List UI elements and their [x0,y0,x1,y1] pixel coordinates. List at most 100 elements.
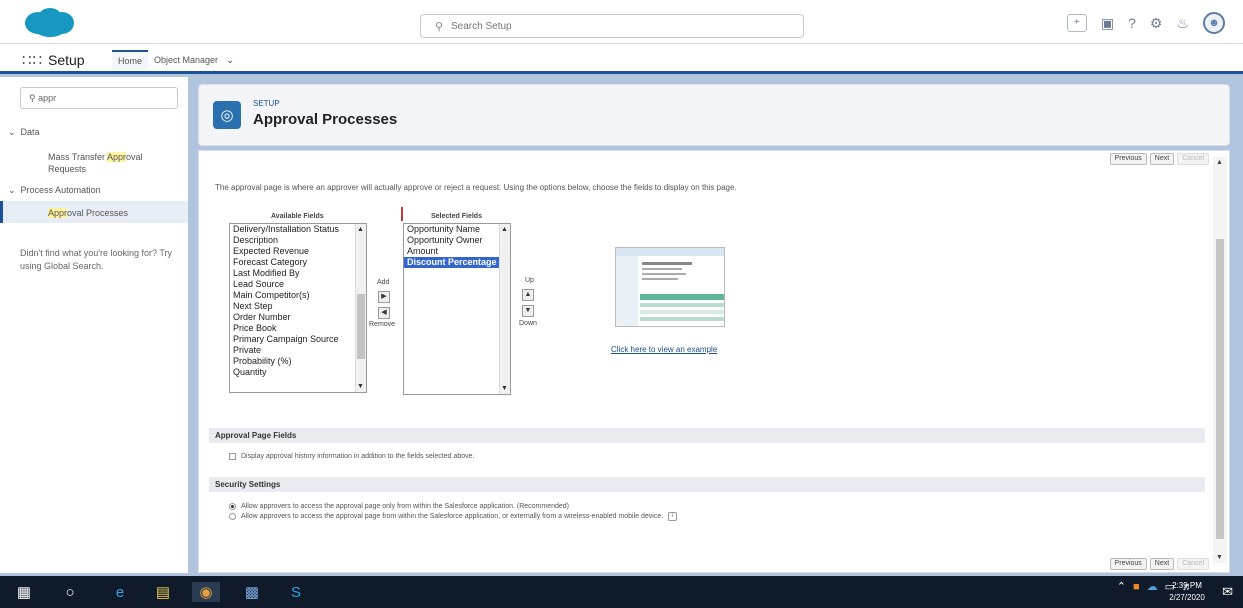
clock-date: 2/27/2020 [1169,593,1205,602]
available-field-option[interactable]: Delivery/Installation Status [230,224,366,235]
selected-fields-list[interactable]: Opportunity Name Opportunity Owner Amount D… [403,223,511,395]
tree-node-data[interactable]: ⌄ Data [8,127,40,138]
scroll-down-icon[interactable]: ▼ [357,383,364,390]
system-clock[interactable]: 2:39 PM 2/27/2020 [1165,580,1209,604]
sidebar-item-label: Mass Transfer [48,152,108,162]
previous-button[interactable]: Previous [1109,153,1147,165]
example-preview-image[interactable] [615,247,725,327]
people-app-icon[interactable]: ▩ [240,582,264,602]
selected-field-option[interactable]: Amount [404,246,510,257]
info-icon[interactable]: i [668,512,678,521]
security-radio-external[interactable] [229,513,236,520]
selected-field-option[interactable]: Opportunity Owner [404,235,510,246]
tab-object-manager[interactable]: Object Manager ⌄ [148,50,240,70]
grid-icon[interactable]: ▣ [1101,16,1114,30]
available-field-option[interactable]: Quantity [230,367,366,378]
available-field-option[interactable]: Private [230,345,366,356]
available-field-option[interactable]: Last Modified By [230,268,366,279]
search-highlight: Appr [107,152,127,162]
required-indicator [401,207,403,221]
history-option-row: Display approval history information in … [229,453,474,460]
sidebar-item-approval-processes-label[interactable]: Approval Processes [48,207,128,219]
available-fields-list[interactable]: Delivery/Installation Status Description E… [229,223,367,393]
cancel-button[interactable]: Cancel [1177,153,1209,165]
panel-scrollbar[interactable]: ▲ ▼ [1213,157,1227,563]
next-button[interactable]: Next [1149,558,1175,570]
sidebar-item-mass-transfer-approval-requests[interactable]: Mass Transfer Approval Requests [48,151,168,175]
available-field-option[interactable]: Next Step [230,301,366,312]
app-launcher-icon[interactable]: ∷∷ [22,51,43,69]
add-field-button[interactable]: ▶ [378,291,390,303]
scroll-up-icon[interactable]: ▲ [501,226,508,233]
available-field-option[interactable]: Price Book [230,323,366,334]
salesforce-logo[interactable] [20,6,76,38]
approval-page-fields-section: Approval Page Fields [209,428,1205,443]
security-option-1-label: Allow approvers to access the approval p… [241,503,570,510]
available-field-option[interactable]: Probability (%) [230,356,366,367]
search-icon: ⚲ [435,21,444,33]
move-up-button[interactable]: ▲ [522,289,534,301]
file-explorer-icon[interactable]: ▤ [152,582,174,602]
available-field-option[interactable]: Main Competitor(s) [230,290,366,301]
scroll-down-icon[interactable]: ▼ [1216,554,1223,561]
remove-field-button[interactable]: ◀ [378,307,390,319]
selected-field-option[interactable]: Opportunity Name [404,224,510,235]
scroll-thumb[interactable] [357,294,365,359]
add-label: Add [377,279,390,286]
global-search-input[interactable] [451,18,791,34]
selected-list-scrollbar[interactable]: ▲ ▼ [499,224,510,394]
windows-start-icon[interactable]: ▦ [14,582,34,602]
cortana-search-icon[interactable]: ○ [60,582,80,602]
scroll-up-icon[interactable]: ▲ [357,226,364,233]
move-down-button[interactable]: ▼ [522,305,534,317]
next-button[interactable]: Next [1149,153,1175,165]
security-option-2-row: Allow approvers to access the approval p… [229,512,678,521]
scroll-down-icon[interactable]: ▼ [501,385,508,392]
scroll-up-icon[interactable]: ▲ [1216,159,1223,166]
quick-find-input[interactable]: ⚲ appr [20,87,178,109]
gear-icon[interactable]: ⚙ [1150,16,1163,30]
selected-field-option[interactable]: Discount Percentage [404,257,510,268]
selected-options: Opportunity Name Opportunity Owner Amount D… [404,224,510,268]
cancel-button[interactable]: Cancel [1177,558,1209,570]
available-list-scrollbar[interactable]: ▲ ▼ [355,224,366,392]
chrome-browser-icon[interactable]: ◉ [192,582,220,602]
quick-find-value: appr [38,93,57,103]
security-radio-internal[interactable] [229,503,236,510]
available-field-option[interactable]: Expected Revenue [230,246,366,257]
tab-object-manager-label: Object Manager [154,55,219,65]
history-checkbox[interactable] [229,453,236,460]
previous-button[interactable]: Previous [1109,558,1147,570]
sidebar-help-text: Didn't find what you're looking for? Try… [20,248,173,271]
available-field-option[interactable]: Forecast Category [230,257,366,268]
bell-icon[interactable]: ♨ [1176,16,1189,30]
add-icon[interactable]: + [1066,14,1087,32]
action-center-icon[interactable]: ✉ [1222,584,1233,600]
onedrive-icon[interactable]: ☁ [1147,580,1158,593]
skype-icon[interactable]: S [284,582,308,602]
tab-home[interactable]: Home [112,50,149,70]
avatar[interactable]: ☻ [1203,12,1225,34]
selected-fields-title: Selected Fields [431,213,482,220]
available-field-option[interactable]: Primary Campaign Source [230,334,366,345]
global-search[interactable]: ⚲ [420,14,804,38]
clock-time: 2:39 PM [1172,581,1202,590]
available-field-option[interactable]: Order Number [230,312,366,323]
chevron-down-icon[interactable]: ⌄ [226,55,234,66]
setup-context-bar: ∷∷ Setup Home Object Manager ⌄ [0,44,1243,74]
security-option-2-label: Allow approvers to access the approval p… [241,513,664,520]
available-field-option[interactable]: Lead Source [230,279,366,290]
tree-node-process-automation[interactable]: ⌄ Process Automation [8,185,101,196]
help-icon[interactable]: ? [1128,16,1136,30]
approval-page-layout-panel: Previous Next Cancel The approval page i… [198,150,1230,573]
tree-node-data-label: Data [20,127,40,137]
approval-process-icon: ◎ [213,101,241,129]
view-example-link[interactable]: Click here to view an example [611,345,717,354]
chevron-up-icon[interactable]: ⌃ [1117,580,1126,593]
edge-browser-icon[interactable]: e [108,582,132,602]
app-tray-icon[interactable]: ■ [1133,581,1140,593]
available-field-option[interactable]: Description [230,235,366,246]
panel-scroll-thumb[interactable] [1216,239,1224,539]
page-eyebrow: SETUP [253,99,280,108]
global-header: ⚲ + ▣ ? ⚙ ♨ ☻ [0,0,1243,44]
